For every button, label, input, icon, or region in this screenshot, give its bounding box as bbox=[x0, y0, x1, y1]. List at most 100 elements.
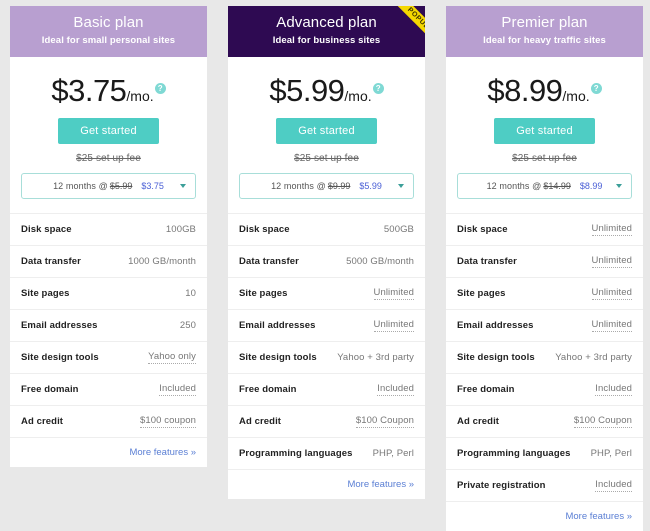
table-row: Ad credit $100 Coupon bbox=[446, 405, 643, 437]
table-row: Disk space 500GB bbox=[228, 213, 425, 245]
feature-label: Programming languages bbox=[457, 448, 571, 459]
term-select-premier[interactable]: 12 months @ $14.99 $8.99 bbox=[457, 173, 632, 199]
plan-card-advanced: Advanced plan Ideal for business sites P… bbox=[228, 6, 425, 499]
table-row: Site pages 10 bbox=[10, 277, 207, 309]
feature-label: Email addresses bbox=[239, 320, 316, 331]
feature-list-advanced: Disk space 500GB Data transfer 5000 GB/m… bbox=[228, 213, 425, 499]
feature-label: Site design tools bbox=[21, 352, 99, 363]
feature-value[interactable]: Unlimited bbox=[373, 319, 414, 332]
plan-header-advanced: Advanced plan Ideal for business sites P… bbox=[228, 6, 425, 57]
plan-title: Basic plan bbox=[73, 14, 144, 31]
term-prefix: 12 months @ bbox=[53, 181, 108, 191]
plan-card-premier: Premier plan Ideal for heavy traffic sit… bbox=[446, 6, 643, 531]
feature-label: Data transfer bbox=[457, 256, 517, 267]
term-old-price: $9.99 bbox=[327, 181, 351, 191]
feature-label: Data transfer bbox=[239, 256, 299, 267]
feature-value: 5000 GB/month bbox=[346, 256, 414, 267]
table-row: Ad credit $100 coupon bbox=[10, 405, 207, 437]
term-new-price: $3.75 bbox=[141, 181, 164, 191]
feature-label: Email addresses bbox=[457, 320, 534, 331]
feature-value[interactable]: Unlimited bbox=[591, 287, 632, 300]
price-row: $8.99/mo.? bbox=[446, 73, 643, 109]
feature-value[interactable]: $100 coupon bbox=[139, 415, 196, 428]
table-row: Data transfer Unlimited bbox=[446, 245, 643, 277]
get-started-button[interactable]: Get started bbox=[58, 118, 159, 144]
plan-card-basic: Basic plan Ideal for small personal site… bbox=[10, 6, 207, 467]
feature-value[interactable]: Yahoo only bbox=[148, 351, 196, 364]
table-row: Site design tools Yahoo only bbox=[10, 341, 207, 373]
price-block: $5.99/mo.? Get started $25 set up fee bbox=[228, 57, 425, 164]
feature-list-premier: Disk space Unlimited Data transfer Unlim… bbox=[446, 213, 643, 531]
get-started-button[interactable]: Get started bbox=[276, 118, 377, 144]
table-row: Programming languages PHP, Perl bbox=[446, 437, 643, 469]
question-mark-icon[interactable]: ? bbox=[154, 82, 166, 94]
question-mark-icon[interactable]: ? bbox=[372, 82, 384, 94]
feature-value[interactable]: Included bbox=[377, 383, 414, 396]
term-prefix: 12 months @ bbox=[271, 181, 326, 191]
more-features-link[interactable]: More features » bbox=[347, 479, 414, 490]
feature-value[interactable]: Unlimited bbox=[373, 287, 414, 300]
more-features-row: More features » bbox=[10, 437, 207, 467]
table-row: Data transfer 1000 GB/month bbox=[10, 245, 207, 277]
get-started-button[interactable]: Get started bbox=[494, 118, 595, 144]
feature-value[interactable]: Included bbox=[595, 479, 632, 492]
plan-title: Advanced plan bbox=[276, 14, 377, 31]
feature-label: Free domain bbox=[21, 384, 79, 395]
setup-fee-text: $25 set up fee bbox=[512, 153, 577, 164]
plan-header-basic: Basic plan Ideal for small personal site… bbox=[10, 6, 207, 57]
feature-value: PHP, Perl bbox=[590, 448, 632, 459]
price-amount: $3.75 bbox=[51, 73, 127, 108]
table-row: Site design tools Yahoo + 3rd party bbox=[228, 341, 425, 373]
table-row: Ad credit $100 Coupon bbox=[228, 405, 425, 437]
feature-label: Site design tools bbox=[239, 352, 317, 363]
question-mark-icon[interactable]: ? bbox=[590, 82, 602, 94]
feature-value[interactable]: Included bbox=[595, 383, 632, 396]
feature-value[interactable]: $100 Coupon bbox=[355, 415, 414, 428]
price-row: $5.99/mo.? bbox=[228, 73, 425, 109]
feature-value[interactable]: Included bbox=[159, 383, 196, 396]
more-features-link[interactable]: More features » bbox=[129, 447, 196, 458]
table-row: Disk space 100GB bbox=[10, 213, 207, 245]
table-row: Free domain Included bbox=[446, 373, 643, 405]
term-select-advanced[interactable]: 12 months @ $9.99 $5.99 bbox=[239, 173, 414, 199]
feature-label: Free domain bbox=[239, 384, 297, 395]
more-features-link[interactable]: More features » bbox=[565, 511, 632, 522]
setup-fee-text: $25 set up fee bbox=[76, 153, 141, 164]
plan-subtitle: Ideal for small personal sites bbox=[41, 35, 176, 46]
feature-value[interactable]: Unlimited bbox=[591, 223, 632, 236]
feature-value[interactable]: Unlimited bbox=[591, 319, 632, 332]
table-row: Site design tools Yahoo + 3rd party bbox=[446, 341, 643, 373]
price-amount: $8.99 bbox=[487, 73, 563, 108]
feature-value: 100GB bbox=[165, 224, 196, 235]
feature-label: Ad credit bbox=[457, 416, 500, 427]
feature-label: Site pages bbox=[21, 288, 70, 299]
table-row: Programming languages PHP, Perl bbox=[228, 437, 425, 469]
feature-value: Yahoo + 3rd party bbox=[555, 352, 632, 363]
chevron-down-icon bbox=[180, 184, 186, 188]
term-new-price: $8.99 bbox=[579, 181, 603, 191]
table-row: Free domain Included bbox=[228, 373, 425, 405]
feature-value[interactable]: $100 Coupon bbox=[573, 415, 632, 428]
feature-value: 250 bbox=[179, 320, 196, 331]
feature-label: Disk space bbox=[21, 224, 72, 235]
pricing-table: Basic plan Ideal for small personal site… bbox=[0, 0, 650, 531]
feature-label: Data transfer bbox=[21, 256, 81, 267]
term-select-basic[interactable]: 12 months @ $5.99 $3.75 bbox=[21, 173, 196, 199]
chevron-down-icon bbox=[616, 184, 622, 188]
plan-subtitle: Ideal for heavy traffic sites bbox=[483, 35, 606, 46]
table-row: Email addresses 250 bbox=[10, 309, 207, 341]
plan-subtitle: Ideal for business sites bbox=[272, 35, 381, 46]
feature-value: PHP, Perl bbox=[372, 448, 414, 459]
feature-value: 10 bbox=[185, 288, 196, 299]
table-row: Email addresses Unlimited bbox=[228, 309, 425, 341]
feature-value[interactable]: Unlimited bbox=[591, 255, 632, 268]
feature-label: Private registration bbox=[457, 480, 546, 491]
setup-fee-text: $25 set up fee bbox=[294, 153, 359, 164]
feature-label: Disk space bbox=[239, 224, 290, 235]
table-row: Data transfer 5000 GB/month bbox=[228, 245, 425, 277]
feature-value: 500GB bbox=[383, 224, 414, 235]
term-new-price: $5.99 bbox=[359, 181, 382, 191]
price-period: /mo. bbox=[126, 88, 154, 104]
feature-label: Site pages bbox=[239, 288, 288, 299]
table-row: Private registration Included bbox=[446, 469, 643, 501]
